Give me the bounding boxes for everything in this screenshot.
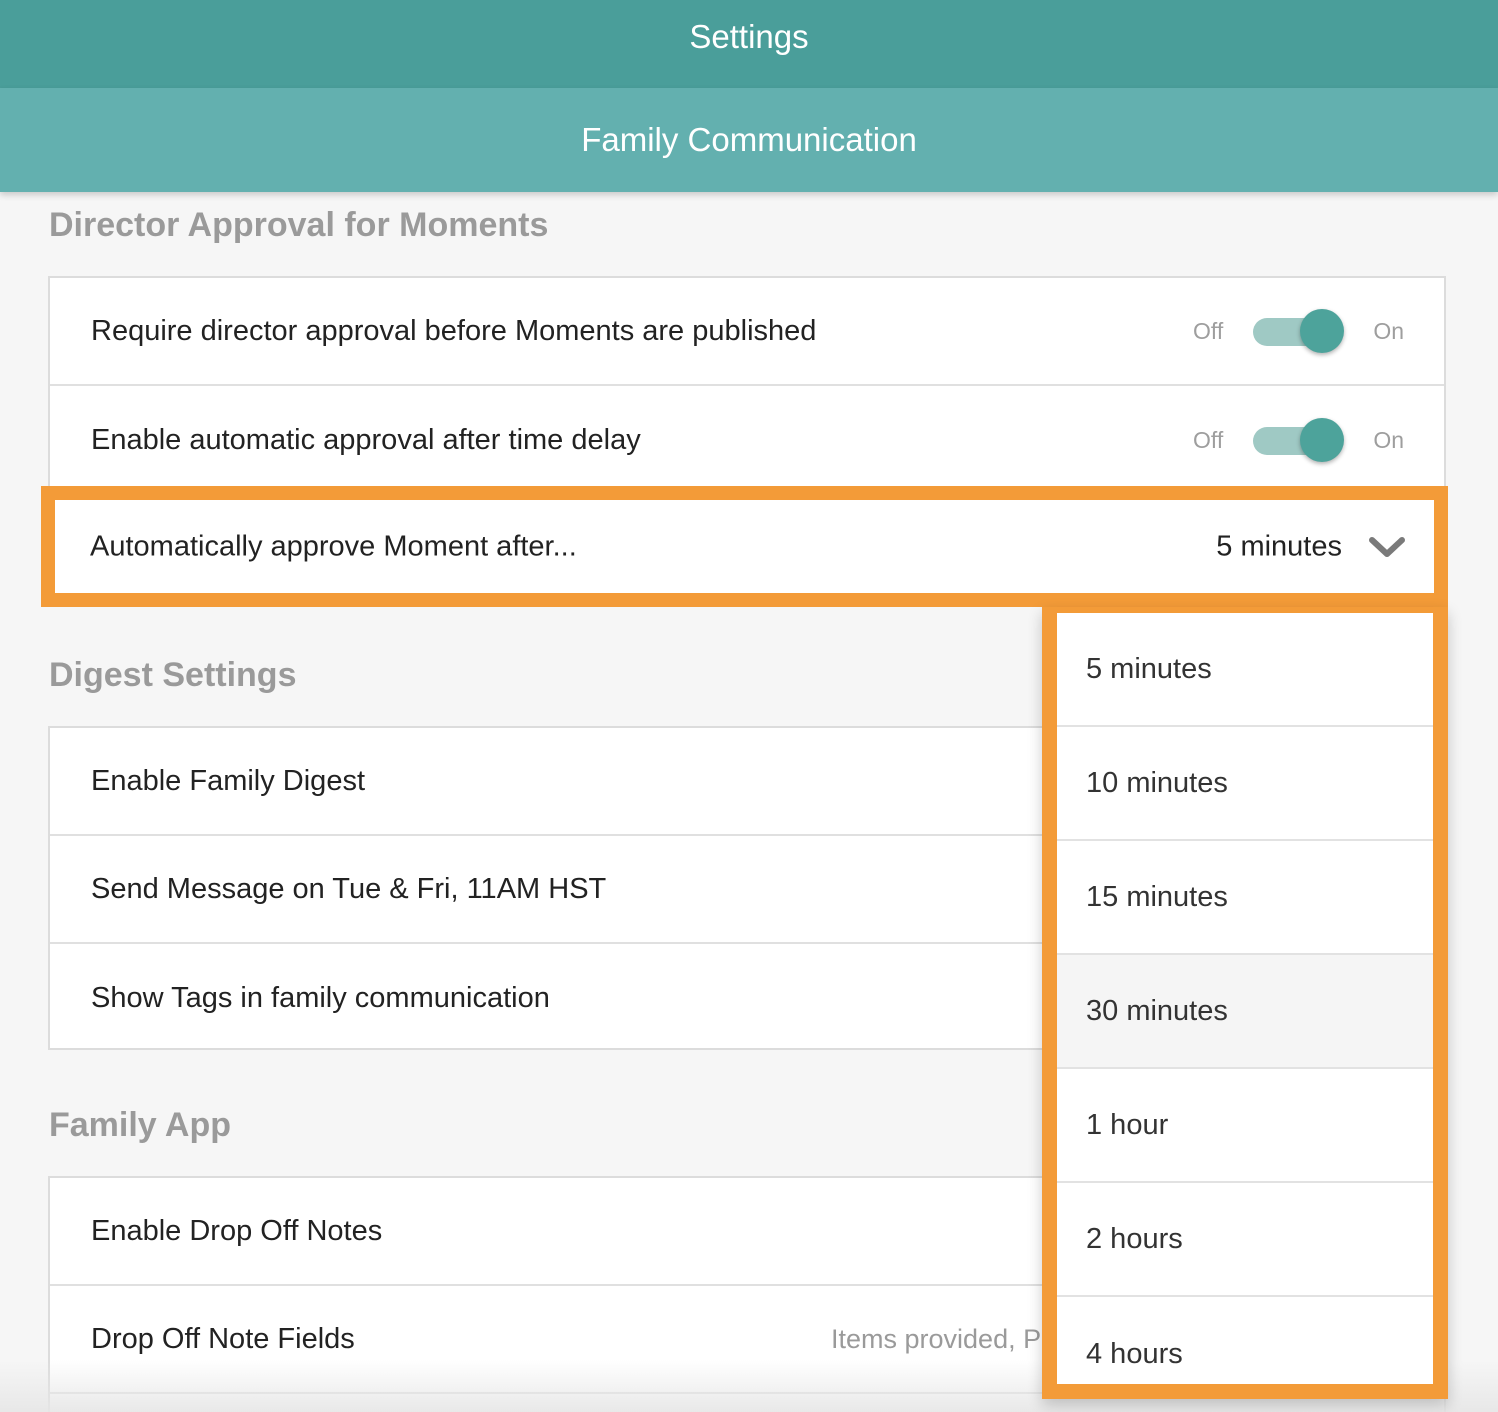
setting-label: Send Message on Tue & Fri, 11AM HST xyxy=(91,872,607,905)
section-title-digest-settings: Digest Settings xyxy=(49,656,297,694)
toggle-off-label: Off xyxy=(1193,317,1224,344)
delay-dropdown-menu: 5 minutes 10 minutes 15 minutes 30 minut… xyxy=(1042,607,1448,1399)
setting-label: Enable Family Digest xyxy=(91,764,365,797)
section-title-family-app: Family App xyxy=(49,1106,231,1144)
dropdown-option-2-hours[interactable]: 2 hours xyxy=(1057,1183,1433,1297)
setting-label: Automatically approve Moment after... xyxy=(90,530,577,562)
setting-row-require-approval: Require director approval before Moments… xyxy=(50,278,1444,386)
setting-row-auto-approval: Enable automatic approval after time del… xyxy=(50,386,1444,494)
auto-approve-delay-select[interactable]: Automatically approve Moment after... 5 … xyxy=(41,486,1448,607)
setting-label: Enable Drop Off Notes xyxy=(91,1214,383,1247)
setting-label: Show Tags in family communication xyxy=(91,981,550,1014)
toggle-group: Off On xyxy=(1193,309,1404,353)
setting-label: Require director approval before Moments… xyxy=(91,314,817,347)
director-approval-card: Require director approval before Moments… xyxy=(48,276,1446,488)
toggle-on-label: On xyxy=(1373,426,1404,453)
toggle-on-label: On xyxy=(1373,317,1404,344)
page-title: Settings xyxy=(689,18,809,55)
setting-label: Drop Off Note Fields xyxy=(91,1322,355,1355)
setting-label: Enable automatic approval after time del… xyxy=(91,423,641,456)
dropdown-option-15-minutes[interactable]: 15 minutes xyxy=(1057,841,1433,955)
chevron-down-icon[interactable] xyxy=(1368,535,1406,559)
dropdown-option-1-hour[interactable]: 1 hour xyxy=(1057,1069,1433,1183)
toggle-group: Off On xyxy=(1193,418,1404,462)
toggle-off-label: Off xyxy=(1193,426,1224,453)
dropdown-option-4-hours[interactable]: 4 hours xyxy=(1057,1297,1433,1411)
require-approval-toggle[interactable] xyxy=(1253,309,1345,353)
toggle-knob[interactable] xyxy=(1300,309,1345,353)
selected-value[interactable]: 5 minutes xyxy=(1216,530,1342,563)
dropdown-option-10-minutes[interactable]: 10 minutes xyxy=(1057,727,1433,841)
drop-off-fields-value: Items provided, P xyxy=(831,1323,1042,1354)
dropdown-option-5-minutes[interactable]: 5 minutes xyxy=(1057,613,1433,727)
settings-header: Settings xyxy=(0,0,1498,88)
dropdown-option-30-minutes[interactable]: 30 minutes xyxy=(1057,955,1433,1069)
page-subtitle: Family Communication xyxy=(581,121,917,158)
auto-approval-toggle[interactable] xyxy=(1253,418,1345,462)
section-title-director-approval: Director Approval for Moments xyxy=(49,206,549,244)
family-communication-header: Family Communication xyxy=(0,88,1498,192)
toggle-knob[interactable] xyxy=(1300,418,1345,462)
